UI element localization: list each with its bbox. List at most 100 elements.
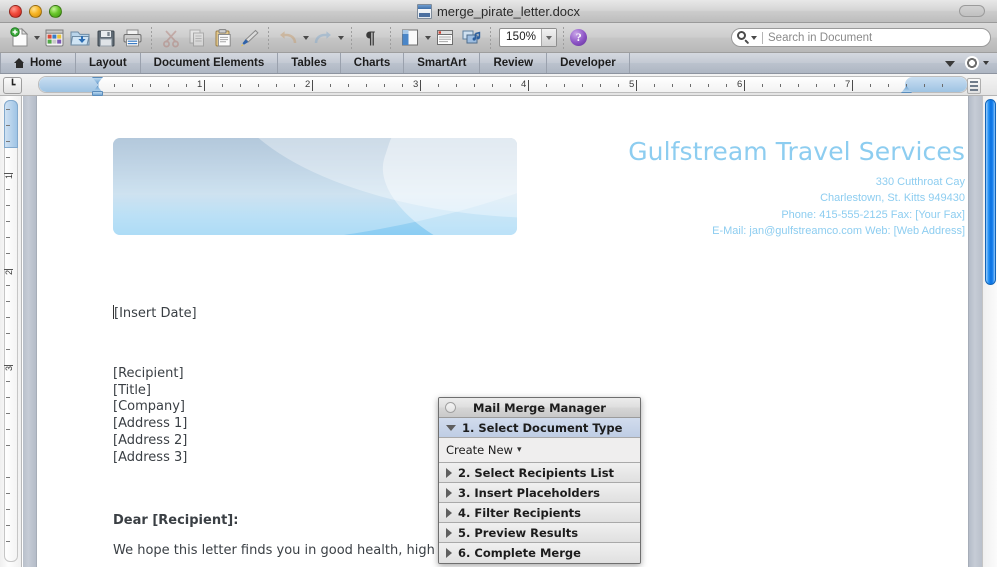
- mail-merge-manager-panel[interactable]: Mail Merge Manager 1. Select Document Ty…: [438, 397, 641, 564]
- paste-button[interactable]: [210, 25, 236, 51]
- vertical-scrollbar[interactable]: [982, 96, 997, 567]
- mail-merge-step-5[interactable]: 5. Preview Results: [439, 523, 640, 543]
- search-box[interactable]: Search in Document: [731, 28, 991, 47]
- triangle-right-icon[interactable]: [446, 487, 452, 498]
- zoom-level-value: 150%: [506, 31, 537, 43]
- create-new-control[interactable]: Create New ▾: [439, 438, 640, 463]
- letterhead-address: 330 Cutthroat Cay Charlestown, St. Kitts…: [495, 174, 965, 239]
- ruler-minor-tick: [240, 84, 241, 87]
- save-button[interactable]: [93, 25, 119, 51]
- mail-merge-step-1-label: 1. Select Document Type: [462, 420, 623, 435]
- page-left-gutter: [23, 96, 37, 567]
- tab-review[interactable]: Review: [480, 53, 548, 73]
- tab-charts[interactable]: Charts: [341, 53, 405, 73]
- vruler-minor-tick: [6, 477, 10, 478]
- mail-merge-step-6[interactable]: 6. Complete Merge: [439, 543, 640, 563]
- ruler-minor-tick: [600, 84, 601, 87]
- tab-developer[interactable]: Developer: [547, 53, 630, 73]
- ruler-minor-tick: [510, 84, 511, 87]
- vruler-minor-tick: [6, 141, 10, 142]
- toolbar-group-edit: [158, 23, 262, 53]
- mail-merge-title-bar[interactable]: Mail Merge Manager: [439, 398, 640, 418]
- ruler-toggle-button[interactable]: [967, 78, 981, 94]
- new-document-menu-arrow[interactable]: [32, 25, 41, 51]
- triangle-down-icon[interactable]: [446, 424, 456, 431]
- toolbar-group-panes: [397, 23, 484, 53]
- vertical-ruler[interactable]: 1 2 3: [0, 96, 22, 567]
- tab-tables[interactable]: Tables: [278, 53, 341, 73]
- document-canvas[interactable]: Gulfstream Travel Services 330 Cutthroat…: [23, 96, 997, 567]
- insert-date-field[interactable]: [Insert Date]: [113, 305, 197, 321]
- ruler-minor-tick: [564, 84, 565, 87]
- close-window-button[interactable]: [9, 4, 22, 18]
- ruler-inch-label: 7: [845, 79, 851, 90]
- redo-menu-arrow[interactable]: [336, 25, 345, 51]
- toolbar-separator: [490, 26, 491, 49]
- tab-stop-selector[interactable]: ┗: [3, 77, 22, 94]
- zoom-control[interactable]: 150%: [499, 28, 558, 47]
- mail-merge-step-1[interactable]: 1. Select Document Type: [439, 418, 640, 438]
- toolbar-toggle-button[interactable]: [959, 5, 985, 17]
- triangle-right-icon[interactable]: [446, 507, 452, 518]
- toolbar-separator: [151, 26, 152, 49]
- ruler-minor-tick: [366, 84, 367, 87]
- media-browser-button[interactable]: [458, 25, 484, 51]
- triangle-right-icon[interactable]: [446, 548, 452, 558]
- create-new-popup-arrow[interactable]: ▾: [517, 445, 522, 455]
- notebook-layout-button[interactable]: [432, 25, 458, 51]
- print-button[interactable]: [119, 25, 145, 51]
- ruler-minor-tick: [618, 84, 619, 87]
- create-new-label: Create New: [446, 443, 513, 457]
- minimize-window-button[interactable]: [29, 4, 42, 18]
- horizontal-ruler[interactable]: ┗ 1 2 3 4 5 6 7: [0, 74, 997, 96]
- gear-menu-arrow[interactable]: [983, 61, 989, 65]
- format-painter-button[interactable]: [236, 25, 262, 51]
- tab-tables-label: Tables: [291, 57, 327, 69]
- home-icon: [14, 58, 25, 68]
- ruler-minor-tick: [492, 84, 493, 87]
- tab-document-elements[interactable]: Document Elements: [141, 53, 279, 73]
- triangle-right-icon[interactable]: [446, 467, 452, 478]
- mail-merge-step-3[interactable]: 3. Insert Placeholders: [439, 483, 640, 503]
- salutation-line[interactable]: Dear [Recipient]:: [113, 513, 238, 528]
- tab-smartart[interactable]: SmartArt: [404, 53, 481, 73]
- copy-button[interactable]: [184, 25, 210, 51]
- redo-button[interactable]: [310, 25, 336, 51]
- help-button[interactable]: ?: [570, 29, 588, 46]
- sidebar-toggle-button[interactable]: [397, 25, 423, 51]
- search-scope-arrow[interactable]: [751, 35, 757, 40]
- tab-home-label: Home: [30, 57, 62, 69]
- mail-merge-step-2[interactable]: 2. Select Recipients List: [439, 463, 640, 483]
- gear-icon[interactable]: [965, 56, 979, 70]
- undo-button[interactable]: [275, 25, 301, 51]
- vruler-minor-tick: [6, 317, 10, 318]
- recipient-line: [Address 1]: [113, 416, 188, 432]
- vertical-scrollbar-thumb[interactable]: [985, 99, 996, 285]
- mail-merge-step-2-label: 2. Select Recipients List: [458, 465, 615, 480]
- recipient-address-block[interactable]: [Recipient] [Title] [Company] [Address 1…: [113, 366, 187, 466]
- undo-menu-arrow[interactable]: [301, 25, 310, 51]
- triangle-right-icon[interactable]: [446, 527, 452, 538]
- new-document-button[interactable]: [6, 25, 32, 51]
- tab-document-elements-label: Document Elements: [153, 57, 265, 69]
- chevron-down-icon[interactable]: [944, 57, 957, 70]
- new-from-template-button[interactable]: [41, 25, 67, 51]
- svg-text:¶: ¶: [365, 29, 376, 47]
- zoom-window-button[interactable]: [49, 4, 62, 18]
- tab-layout[interactable]: Layout: [76, 53, 141, 73]
- vruler-minor-tick: [6, 109, 10, 110]
- ruler-inch-label: 1: [197, 79, 203, 90]
- ruler-minor-tick: [654, 84, 655, 87]
- mail-merge-step-4[interactable]: 4. Filter Recipients: [439, 503, 640, 523]
- vruler-inch-label: 1: [4, 173, 14, 179]
- zoom-dropdown-arrow[interactable]: [541, 29, 557, 46]
- ruler-minor-tick: [348, 84, 349, 87]
- search-input[interactable]: Search in Document: [768, 32, 872, 44]
- sidebar-menu-arrow[interactable]: [423, 25, 432, 51]
- tab-home[interactable]: Home: [0, 53, 76, 73]
- open-button[interactable]: [67, 25, 93, 51]
- ruler-strip[interactable]: 1 2 3 4 5 6 7: [38, 76, 968, 93]
- show-formatting-button[interactable]: ¶: [358, 25, 384, 51]
- cut-button[interactable]: [158, 25, 184, 51]
- vruler-minor-tick: [6, 381, 10, 382]
